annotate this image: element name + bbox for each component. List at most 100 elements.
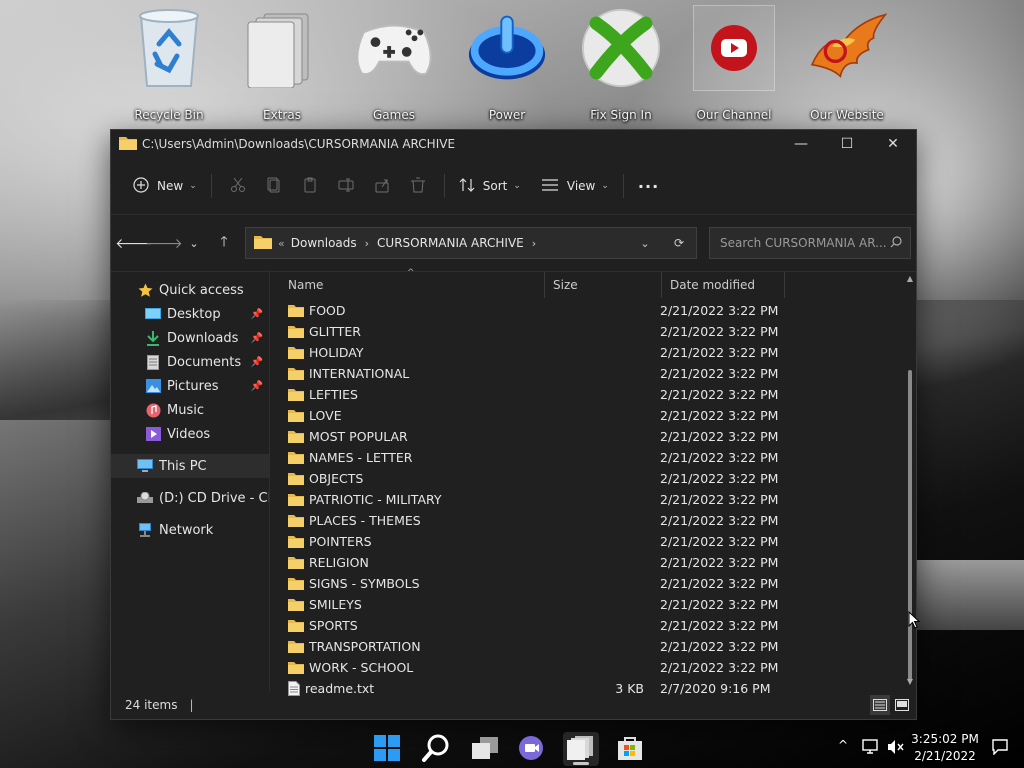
table-row[interactable]: OBJECTS 2/21/2022 3:22 PM — [270, 468, 916, 489]
nav-cd-drive[interactable]: (D:) CD Drive - CDROM — [111, 486, 269, 510]
table-row[interactable]: NAMES - LETTER 2/21/2022 3:22 PM — [270, 447, 916, 468]
sort-button[interactable]: Sort ⌄ — [453, 170, 527, 202]
scroll-up-icon[interactable]: ▲ — [906, 274, 914, 284]
folder-icon — [288, 451, 304, 464]
table-row[interactable]: INTERNATIONAL 2/21/2022 3:22 PM — [270, 363, 916, 384]
clock[interactable]: 3:25:02 PM 2/21/2022 — [906, 731, 984, 765]
title-bar[interactable]: C:\Users\Admin\Downloads\CURSORMANIA ARC… — [111, 130, 916, 158]
tiles-view-icon[interactable] — [892, 695, 912, 715]
new-button[interactable]: New ⌄ — [127, 170, 203, 202]
volume-muted-icon[interactable] — [887, 739, 905, 758]
desktop-icon-extras[interactable]: Extras — [234, 6, 330, 126]
folder-icon — [288, 535, 304, 548]
table-row[interactable]: PATRIOTIC - MILITARY 2/21/2022 3:22 PM — [270, 489, 916, 510]
recent-locations-button[interactable]: ⌄ — [179, 228, 209, 258]
file-date: 2/21/2022 3:22 PM — [660, 408, 779, 423]
breadcrumb-overflow[interactable]: « — [278, 237, 285, 250]
network-status-icon[interactable] — [862, 739, 880, 758]
pin-icon[interactable]: 📌 — [251, 333, 263, 344]
view-button[interactable]: View ⌄ — [535, 170, 615, 202]
table-row[interactable]: RELIGION 2/21/2022 3:22 PM — [270, 552, 916, 573]
table-row[interactable]: LOVE 2/21/2022 3:22 PM — [270, 405, 916, 426]
paste-button[interactable] — [292, 170, 328, 202]
pin-icon[interactable]: 📌 — [251, 381, 263, 392]
nav-music[interactable]: Music — [111, 398, 269, 422]
nav-desktop[interactable]: Desktop 📌 — [111, 302, 269, 326]
phoenix-logo-icon — [807, 6, 887, 90]
pin-icon[interactable]: 📌 — [251, 309, 263, 320]
desktop-icon-our-channel[interactable]: Our Channel — [686, 5, 782, 126]
table-row[interactable]: MOST POPULAR 2/21/2022 3:22 PM — [270, 426, 916, 447]
task-view-button[interactable] — [467, 732, 503, 766]
search-input[interactable] — [718, 235, 890, 251]
file-explorer-window[interactable]: C:\Users\Admin\Downloads\CURSORMANIA ARC… — [110, 129, 917, 720]
store-button[interactable] — [612, 732, 648, 766]
rename-button[interactable] — [328, 170, 364, 202]
scroll-down-icon[interactable]: ▼ — [906, 677, 914, 687]
table-row[interactable]: POINTERS 2/21/2022 3:22 PM — [270, 531, 916, 552]
table-row[interactable]: HOLIDAY 2/21/2022 3:22 PM — [270, 342, 916, 363]
chat-button[interactable] — [514, 732, 550, 766]
table-row[interactable]: TRANSPORTATION 2/21/2022 3:22 PM — [270, 636, 916, 657]
details-view-icon[interactable] — [870, 695, 890, 715]
scrollbar-thumb[interactable] — [908, 370, 912, 680]
breadcrumb-cursormania-archive[interactable]: CURSORMANIA ARCHIVE — [377, 236, 524, 250]
nav-label: This PC — [159, 458, 207, 474]
chevron-right-icon[interactable]: › — [365, 237, 369, 250]
maximize-button[interactable]: ☐ — [824, 130, 870, 158]
nav-quick-access[interactable]: Quick access — [111, 278, 269, 302]
desktop-icon-fix-sign-in[interactable]: Fix Sign In — [573, 6, 669, 126]
chevron-right-icon[interactable]: › — [532, 237, 536, 250]
file-date: 2/21/2022 3:22 PM — [660, 324, 779, 339]
more-options-button[interactable]: ··· — [632, 170, 665, 202]
chevron-down-icon: ⌄ — [601, 181, 609, 191]
nav-label: Quick access — [159, 282, 244, 298]
show-hidden-icons-button[interactable]: ^ — [838, 738, 848, 752]
table-row[interactable]: SIGNS - SYMBOLS 2/21/2022 3:22 PM — [270, 573, 916, 594]
desktop-icon-our-website[interactable]: Our Website — [799, 6, 895, 126]
table-row[interactable]: WORK - SCHOOL 2/21/2022 3:22 PM — [270, 657, 916, 678]
nav-documents[interactable]: Documents 📌 — [111, 350, 269, 374]
notification-icon[interactable] — [992, 739, 1008, 758]
desktop-icon-games[interactable]: Games — [346, 6, 442, 126]
start-button[interactable] — [369, 732, 405, 766]
file-explorer-taskbar-button[interactable] — [563, 732, 599, 766]
delete-button[interactable] — [400, 170, 436, 202]
table-row[interactable]: LEFTIES 2/21/2022 3:22 PM — [270, 384, 916, 405]
clock-date: 2/21/2022 — [914, 749, 976, 763]
folder-icon — [288, 577, 304, 590]
nav-videos[interactable]: Videos — [111, 422, 269, 446]
share-button[interactable] — [364, 170, 400, 202]
address-bar[interactable]: « Downloads › CURSORMANIA ARCHIVE › ⌄ ⟳ — [245, 227, 697, 259]
column-date-modified[interactable]: Date modified — [661, 272, 785, 298]
up-button[interactable]: 🡑 — [209, 228, 239, 258]
table-row[interactable]: SMILEYS 2/21/2022 3:22 PM — [270, 594, 916, 615]
table-row[interactable]: PLACES - THEMES 2/21/2022 3:22 PM — [270, 510, 916, 531]
nav-downloads[interactable]: Downloads 📌 — [111, 326, 269, 350]
minimize-button[interactable]: — — [778, 130, 824, 158]
table-row[interactable]: SPORTS 2/21/2022 3:22 PM — [270, 615, 916, 636]
forward-button[interactable]: 🡒 — [145, 228, 183, 258]
nav-pictures[interactable]: Pictures 📌 — [111, 374, 269, 398]
copy-button[interactable] — [256, 170, 292, 202]
table-row[interactable]: GLITTER 2/21/2022 3:22 PM — [270, 321, 916, 342]
search-box[interactable] — [709, 227, 911, 259]
refresh-icon[interactable]: ⟳ — [662, 236, 696, 250]
pin-icon[interactable]: 📌 — [251, 357, 263, 368]
close-button[interactable]: ✕ — [870, 130, 916, 158]
nav-this-pc[interactable]: This PC — [111, 454, 269, 478]
nav-network[interactable]: Network — [111, 518, 269, 542]
search-taskbar-button[interactable] — [418, 732, 454, 766]
column-size[interactable]: Size — [544, 272, 661, 298]
breadcrumb-downloads[interactable]: Downloads — [291, 236, 357, 250]
folder-stack-icon — [242, 6, 322, 90]
column-name[interactable]: Name — [270, 278, 544, 292]
file-name: SIGNS - SYMBOLS — [309, 576, 420, 591]
desktop-icon-power[interactable]: Power — [459, 6, 555, 126]
view-label: View — [566, 179, 596, 193]
address-dropdown-icon[interactable]: ⌄ — [628, 237, 662, 250]
status-bar: 24 items | — [111, 691, 916, 719]
desktop-icon-recycle-bin[interactable]: Recycle Bin — [121, 6, 217, 126]
cut-button[interactable] — [220, 170, 256, 202]
table-row[interactable]: FOOD 2/21/2022 3:22 PM — [270, 300, 916, 321]
